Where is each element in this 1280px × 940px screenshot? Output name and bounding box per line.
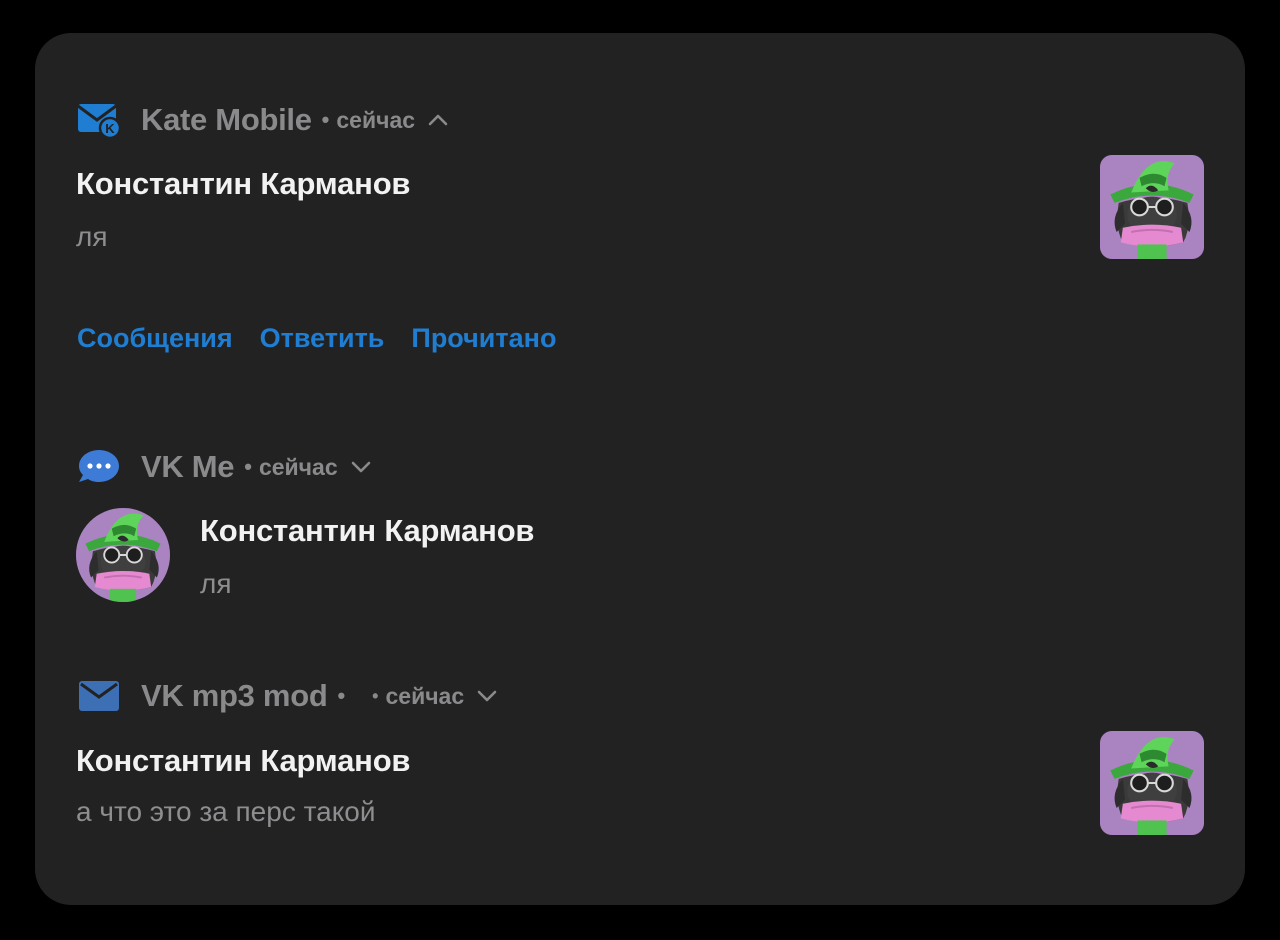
messages-action-button[interactable]: Сообщения <box>77 323 233 354</box>
separator-dot: • <box>244 454 252 479</box>
notification-vk-mp3-mod[interactable]: VK mp3 mod • • сейчас Константин Кармано… <box>35 663 1245 883</box>
kate-mobile-mail-icon: K <box>77 100 121 140</box>
notification-header: VK mp3 mod • • сейчас <box>77 676 498 716</box>
timestamp: сейчас <box>336 106 416 133</box>
svg-text:K: K <box>105 121 115 136</box>
mark-read-action-button[interactable]: Прочитано <box>411 323 556 354</box>
sender-name: Константин Карманов <box>200 513 535 548</box>
character-thumbnail <box>1100 155 1204 259</box>
separator-dot: • <box>372 685 379 706</box>
notification-vk-me[interactable]: VK Me • сейчас Константин Карманов ля <box>35 433 1245 633</box>
chat-bubble-dots-icon <box>77 447 121 487</box>
separator-dot: • <box>321 107 330 132</box>
chevron-up-icon[interactable] <box>427 109 449 131</box>
timestamp: сейчас <box>258 453 338 480</box>
notification-actions: Сообщения Ответить Прочитано <box>77 323 583 354</box>
notification-header: VK Me • сейчас <box>77 447 372 487</box>
message-text: ля <box>200 568 232 599</box>
chevron-down-icon[interactable] <box>350 456 372 478</box>
message-text: а что это за перс такой <box>76 796 376 827</box>
separator-dot: • <box>337 683 346 708</box>
notification-kate-mobile[interactable]: K Kate Mobile • сейчас Константин Карман… <box>35 33 1245 413</box>
sender-name: Константин Карманов <box>76 166 411 201</box>
chevron-down-icon[interactable] <box>476 685 498 707</box>
reply-action-button[interactable]: Ответить <box>260 323 385 354</box>
app-name: VK mp3 mod <box>141 678 328 713</box>
notification-panel: K Kate Mobile • сейчас Константин Карман… <box>35 33 1245 905</box>
app-name: Kate Mobile <box>141 102 312 137</box>
character-thumbnail <box>1100 731 1204 835</box>
notification-header: K Kate Mobile • сейчас <box>77 100 449 140</box>
character-avatar <box>76 508 170 602</box>
app-name: VK Me <box>141 449 235 484</box>
message-text: ля <box>76 221 108 252</box>
envelope-icon <box>77 676 121 716</box>
sender-name: Константин Карманов <box>76 743 411 778</box>
timestamp: сейчас <box>385 682 465 709</box>
